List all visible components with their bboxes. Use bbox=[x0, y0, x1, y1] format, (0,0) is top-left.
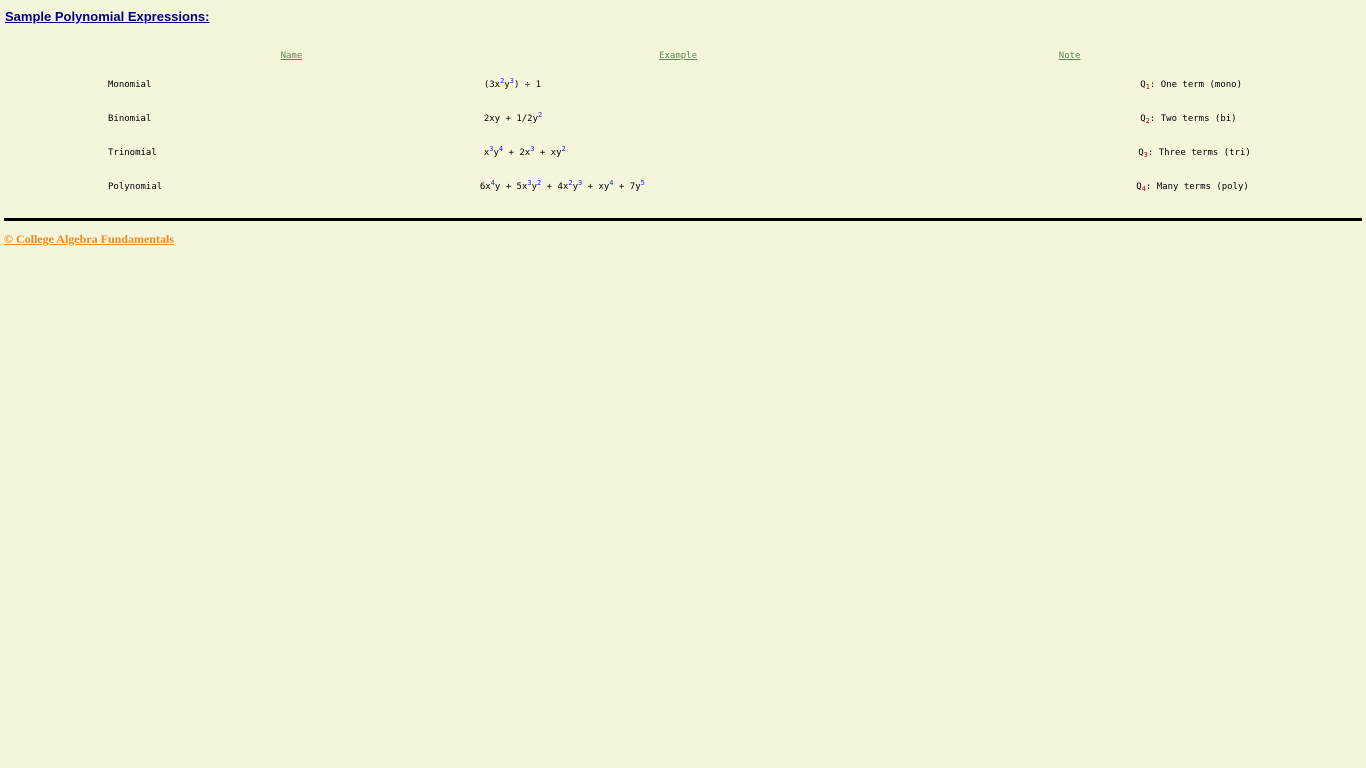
table-row: Polynomial 6x4y + 5x3y2 + 4x2y3 + xy4 + 7… bbox=[103, 170, 1263, 204]
header-name: Name bbox=[103, 44, 480, 68]
header-example-link[interactable]: Example bbox=[659, 51, 697, 61]
example-term: 2xy + 1/2y bbox=[483, 114, 538, 124]
note-text: : One term (mono) bbox=[1149, 80, 1243, 90]
example-term: 6x bbox=[479, 182, 491, 192]
table-header-row: Name Example Note bbox=[103, 44, 1263, 68]
example-term: ) ÷ 1 bbox=[513, 80, 542, 90]
row-name: Binomial bbox=[108, 114, 152, 124]
row-example: x3y4 + 2x3 + xy2 bbox=[480, 136, 876, 170]
header-note: Note bbox=[876, 44, 1263, 68]
example-term: + xy bbox=[534, 148, 562, 158]
row-note: Q3: Three terms (tri) bbox=[876, 136, 1263, 170]
row-example: 2xy + 1/2y2 bbox=[480, 102, 876, 136]
header-name-link[interactable]: Name bbox=[281, 51, 303, 61]
example-term: y + 5x bbox=[494, 182, 528, 192]
example-term: + xy bbox=[582, 182, 610, 192]
header-note-link[interactable]: Note bbox=[1059, 51, 1081, 61]
page-title-link[interactable]: Sample Polynomial Expressions: bbox=[5, 9, 209, 24]
row-note: Q4: Many terms (poly) bbox=[876, 170, 1263, 204]
row-name: Polynomial bbox=[108, 182, 163, 192]
row-note: Q2: Two terms (bi) bbox=[876, 102, 1263, 136]
row-name: Monomial bbox=[108, 80, 152, 90]
note-text: : Three terms (tri) bbox=[1147, 148, 1251, 158]
footer-copyright-link[interactable]: © College Algebra Fundamentals bbox=[4, 232, 174, 247]
example-term: + 7y bbox=[613, 182, 641, 192]
row-example: (3x2y3) ÷ 1 bbox=[480, 68, 876, 102]
exponent: 2 bbox=[538, 111, 543, 119]
table-row: Binomial 2xy + 1/2y2 Q2: Two terms (bi) bbox=[103, 102, 1263, 136]
header-example: Example bbox=[480, 44, 876, 68]
table-body: Monomial (3x2y3) ÷ 1 Q1: One term (mono) Bi… bbox=[103, 68, 1263, 204]
horizontal-divider bbox=[4, 218, 1362, 221]
row-name: Trinomial bbox=[108, 148, 157, 158]
row-example: 6x4y + 5x3y2 + 4x2y3 + xy4 + 7y5 bbox=[480, 170, 876, 204]
table-row: Monomial (3x2y3) ÷ 1 Q1: One term (mono) bbox=[103, 68, 1263, 102]
polynomial-table: Name Example Note Monomial (3x2y3) ÷ 1 Q1:… bbox=[103, 44, 1263, 204]
exponent: 5 bbox=[640, 179, 645, 187]
example-term: (3x bbox=[483, 80, 501, 90]
note-text: : Two terms (bi) bbox=[1149, 114, 1237, 124]
exponent: 2 bbox=[561, 145, 566, 153]
example-term: + 2x bbox=[503, 148, 531, 158]
row-note: Q1: One term (mono) bbox=[876, 68, 1263, 102]
table-row: Trinomial x3y4 + 2x3 + xy2 Q3: Three terms… bbox=[103, 136, 1263, 170]
note-text: : Many terms (poly) bbox=[1145, 182, 1249, 192]
example-term: + 4x bbox=[541, 182, 569, 192]
